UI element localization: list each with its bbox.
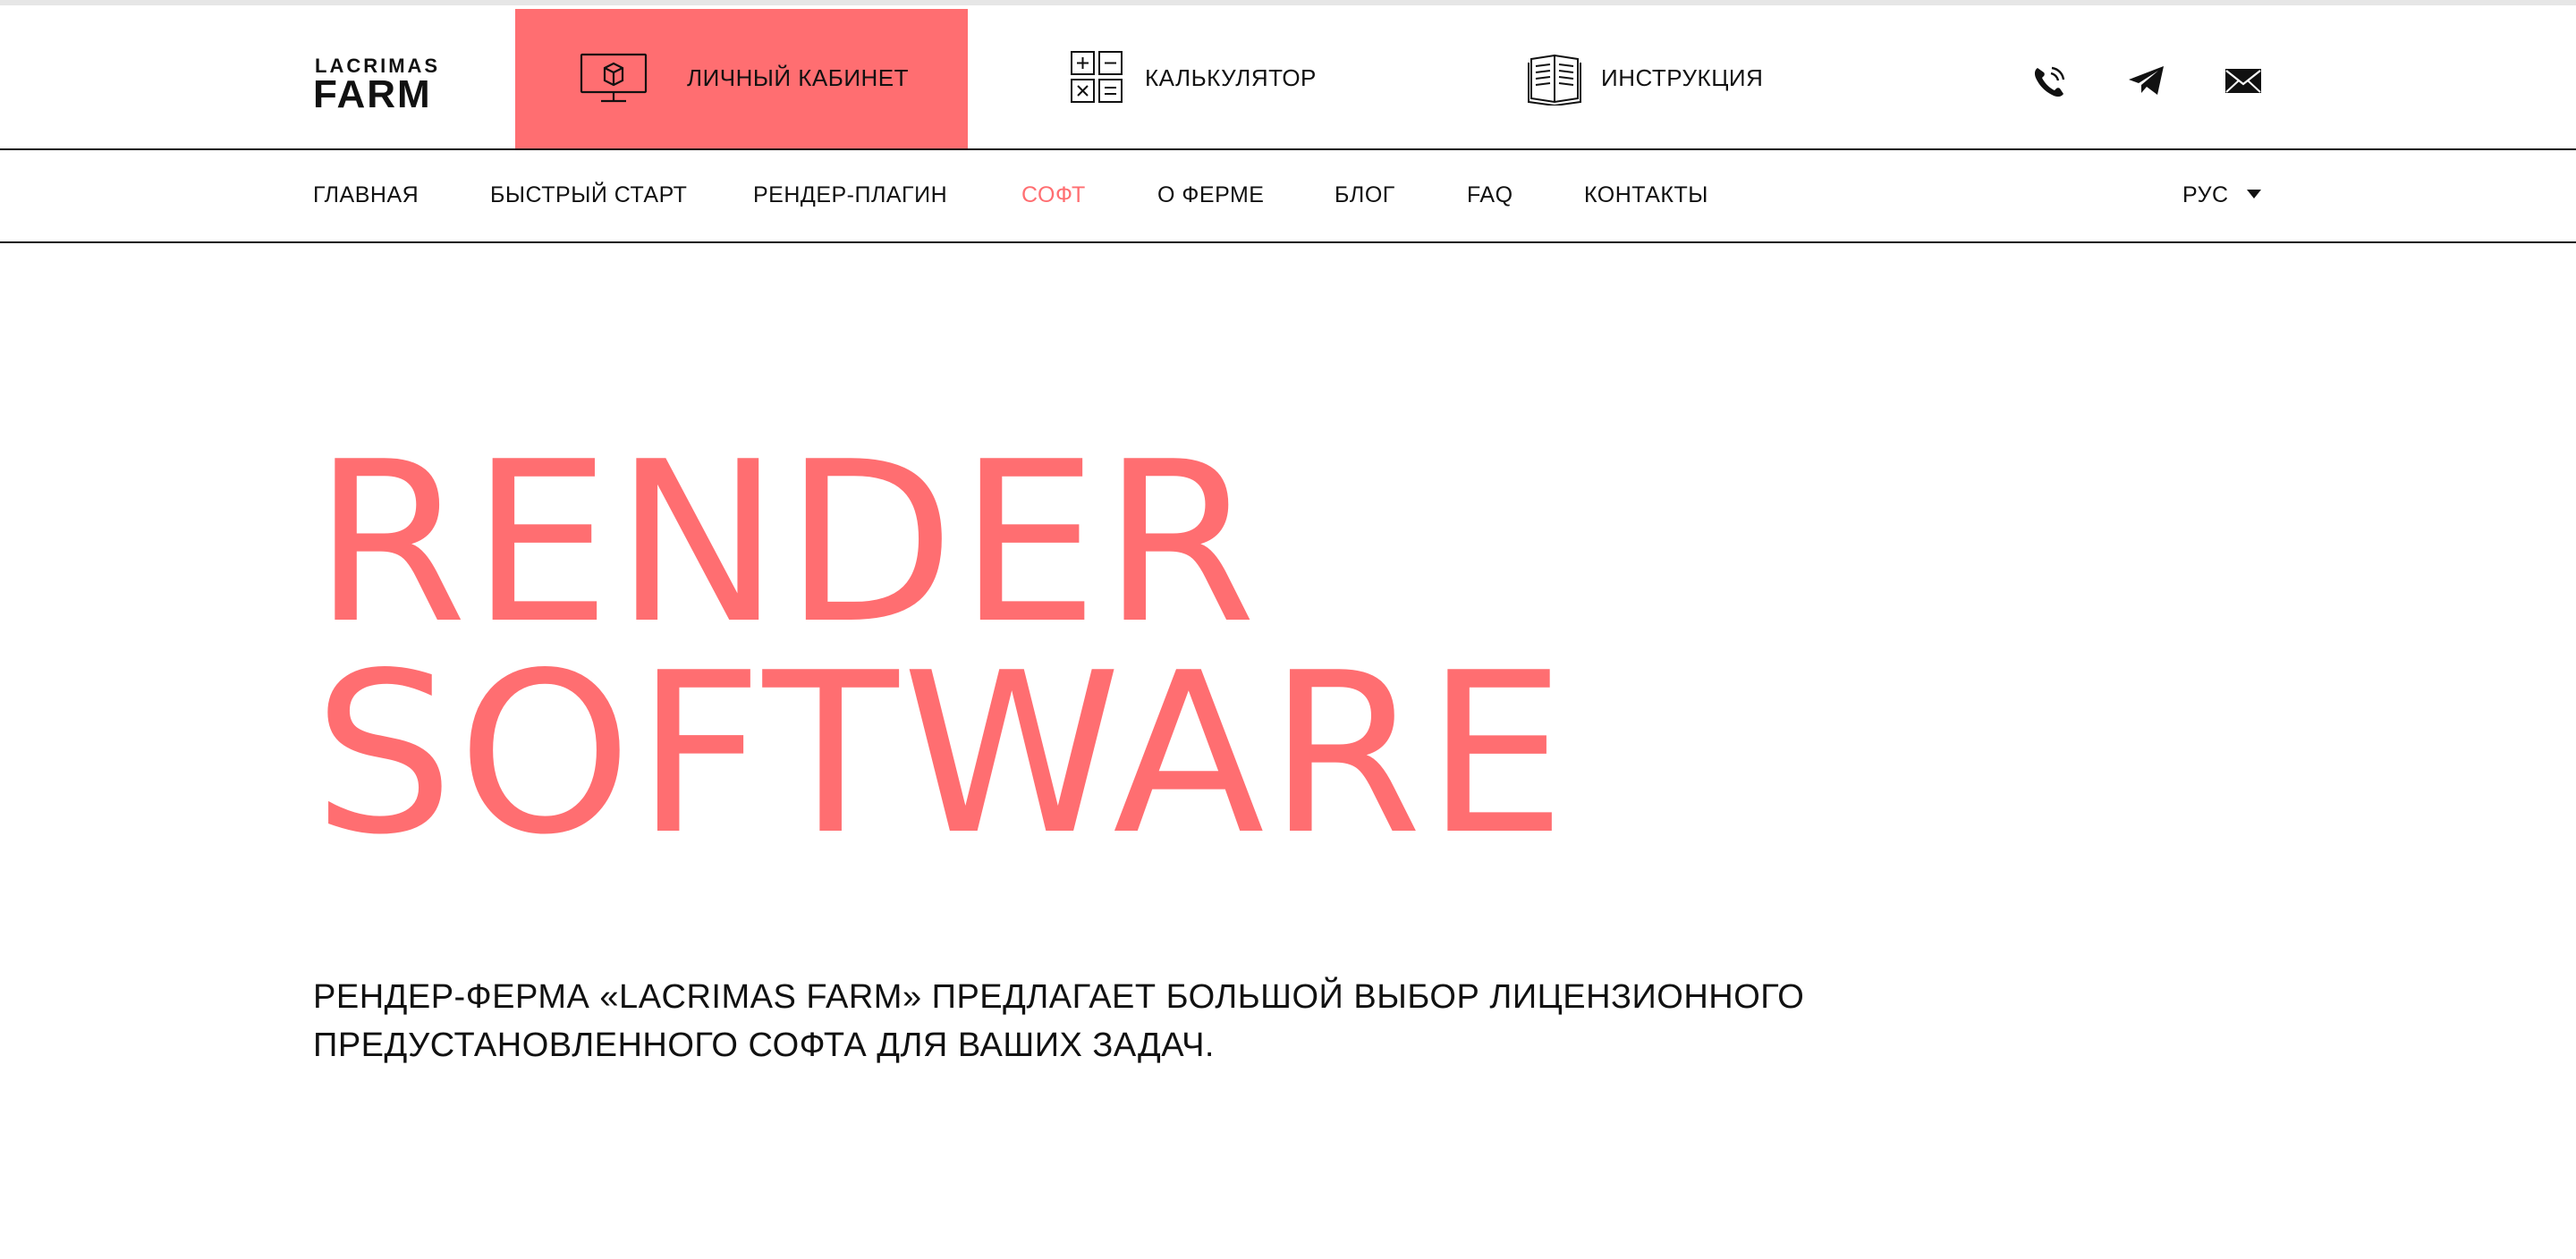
top-divider xyxy=(0,0,2576,5)
top-bar: LACRIMAS FARM ЛИЧНЫЙ КАБИНЕТ КАЛЬКУЛЯТОР… xyxy=(0,9,2576,148)
calculator-link[interactable]: КАЛЬКУЛЯТОР xyxy=(1070,9,1338,148)
personal-cabinet-button[interactable]: ЛИЧНЫЙ КАБИНЕТ xyxy=(515,9,968,148)
phone-icon[interactable] xyxy=(2030,63,2070,98)
instructions-link[interactable]: ИНСТРУКЦИЯ xyxy=(1528,9,1796,148)
hero-subtitle: РЕНДЕР-ФЕРМА «LACRIMAS FARM» ПРЕДЛАГАЕТ … xyxy=(313,973,1923,1069)
nav-item-blog[interactable]: БЛОГ xyxy=(1335,182,1395,208)
hero-subtitle-line2: ПРЕДУСТАНОВЛЕННОГО СОФТА ДЛЯ ВАШИХ ЗАДАЧ… xyxy=(313,1027,1215,1064)
main-nav: ГЛАВНАЯ БЫСТРЫЙ СТАРТ РЕНДЕР-ПЛАГИН СОФТ… xyxy=(0,150,2576,241)
nav-item-contacts[interactable]: КОНТАКТЫ xyxy=(1584,182,1708,208)
nav-item-about-farm[interactable]: О ФЕРМЕ xyxy=(1157,182,1264,208)
logo-line2: FARM xyxy=(313,72,432,116)
personal-cabinet-label: ЛИЧНЫЙ КАБИНЕТ xyxy=(687,64,910,91)
monitor-cube-icon xyxy=(580,53,648,103)
nav-divider xyxy=(0,241,2576,243)
nav-item-quick-start[interactable]: БЫСТРЫЙ СТАРТ xyxy=(490,182,687,208)
instructions-label: ИНСТРУКЦИЯ xyxy=(1601,64,1764,91)
caret-down-icon[interactable] xyxy=(2245,188,2263,200)
logo[interactable]: LACRIMAS FARM xyxy=(313,56,447,116)
mail-icon[interactable] xyxy=(2224,63,2263,98)
hero-title: RENDER SOFTWARE xyxy=(313,415,1570,883)
hero-title-line1: RENDER xyxy=(313,415,1260,672)
page: LACRIMAS FARM ЛИЧНЫЙ КАБИНЕТ КАЛЬКУЛЯТОР… xyxy=(0,0,2576,1259)
calculator-label: КАЛЬКУЛЯТОР xyxy=(1145,64,1317,91)
nav-item-software[interactable]: СОФТ xyxy=(1021,182,1086,208)
nav-item-home[interactable]: ГЛАВНАЯ xyxy=(313,182,419,208)
hero-subtitle-line1: РЕНДЕР-ФЕРМА «LACRIMAS FARM» ПРЕДЛАГАЕТ … xyxy=(313,978,1805,1016)
nav-item-render-plugin[interactable]: РЕНДЕР-ПЛАГИН xyxy=(753,182,947,208)
language-selector[interactable]: РУС xyxy=(2182,182,2229,208)
telegram-icon[interactable] xyxy=(2127,63,2166,98)
hero-title-line2: SOFTWARE xyxy=(313,626,1570,883)
book-icon xyxy=(1528,54,1581,106)
calculator-icon xyxy=(1071,51,1123,103)
nav-item-faq[interactable]: FAQ xyxy=(1467,182,1513,208)
